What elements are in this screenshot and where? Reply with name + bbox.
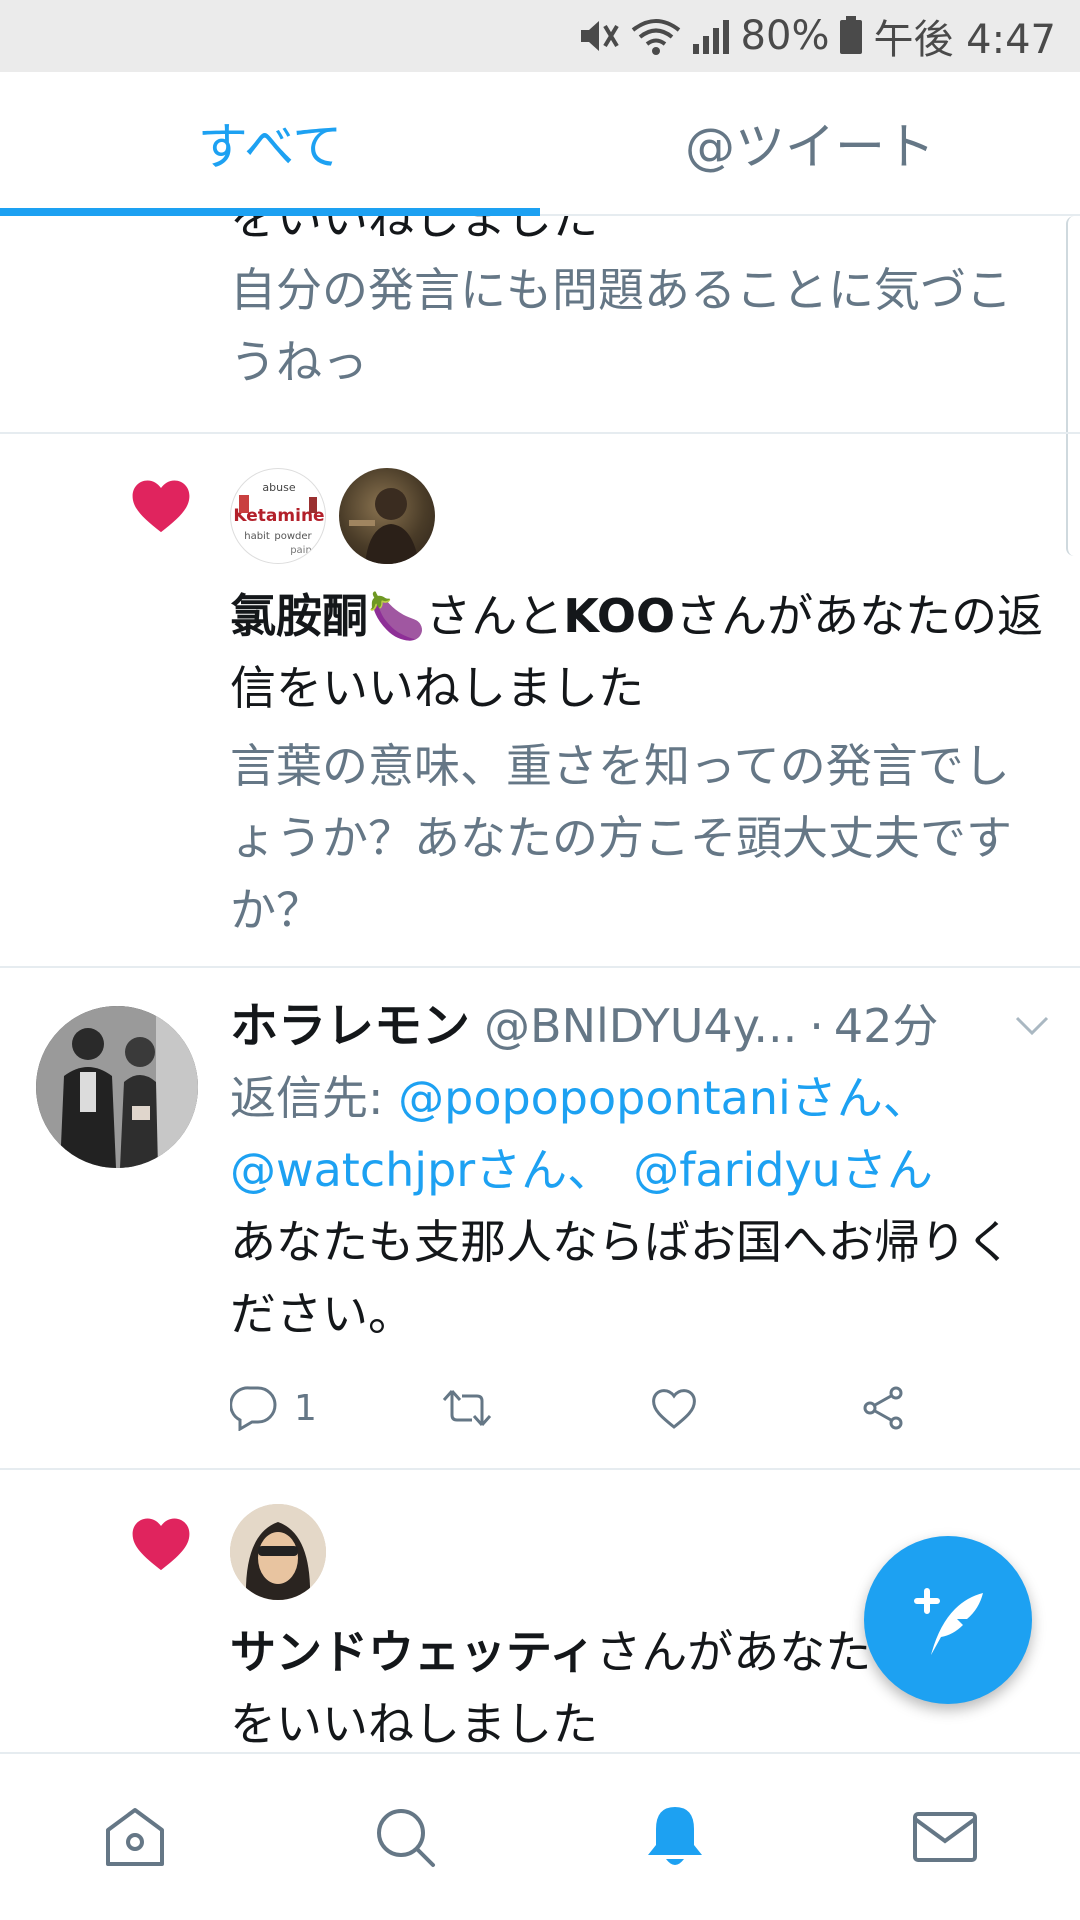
tweet-author-handle[interactable]: @BNlDYU4y... <box>484 990 797 1062</box>
separator-dot: · <box>809 999 824 1053</box>
svg-text:habit: habit <box>244 531 270 542</box>
mention-link[interactable]: @faridyuさん <box>633 1143 933 1197</box>
tab-mentions[interactable]: @ツイート <box>540 72 1080 214</box>
svg-text:pain: pain <box>290 545 312 556</box>
signal-icon <box>692 20 729 54</box>
bell-icon <box>648 1807 702 1865</box>
user-name[interactable]: 氯胺酮🍆 <box>230 589 425 643</box>
tweet-actions: 1 <box>230 1378 1050 1438</box>
notification-timeline: をいいねしました 自分の発言にも問題あることに気づこうねっ abuse Keta… <box>0 216 1080 1752</box>
avatar[interactable] <box>339 468 436 564</box>
mention-link[interactable]: @popopopontaniさん、 <box>398 1071 929 1125</box>
list-item[interactable]: をいいねしました 自分の発言にも問題あることに気づこうねっ <box>0 216 1080 434</box>
like-button[interactable] <box>650 1386 860 1430</box>
person-photo <box>349 488 420 564</box>
svg-text:abuse: abuse <box>262 481 295 494</box>
share-button[interactable] <box>860 1385 908 1431</box>
bottom-navigation <box>0 1752 1080 1920</box>
ketamine-word-cloud-avatar: abuse Ketamine habit powder pain <box>233 481 324 556</box>
notification-text: をいいねしました <box>230 216 598 245</box>
nav-search[interactable] <box>345 1777 465 1897</box>
mail-icon <box>913 1812 977 1862</box>
battery-percentage: 80% <box>740 13 830 59</box>
tweet-timestamp: 42分 <box>833 999 939 1053</box>
notification-tabs: すべて @ツイート <box>0 72 1080 216</box>
avatar[interactable]: abuse Ketamine habit powder pain <box>230 468 326 564</box>
quoted-reply-text: 言葉の意味、重さを知っての発言でしょうか？あなたの方こそ頭大丈夫ですか？ <box>230 739 1012 937</box>
retweet-button[interactable] <box>440 1387 650 1429</box>
user-name[interactable]: サンドウェッティ <box>230 1625 595 1679</box>
list-item[interactable]: abuse Ketamine habit powder pain 氯胺酮🍆さんと… <box>0 434 1080 968</box>
retweet-icon <box>442 1390 492 1426</box>
home-icon <box>106 1808 164 1866</box>
avatar[interactable] <box>230 1504 326 1600</box>
chevron-down-icon[interactable] <box>1014 990 1050 1062</box>
tweet-text: あなたも支那人ならばお国へお帰りください。 <box>230 1215 1012 1341</box>
mention-link[interactable]: @watchjprさん、 <box>230 1143 613 1197</box>
user-name[interactable]: KOO <box>563 589 675 643</box>
tab-all[interactable]: すべて <box>0 72 540 216</box>
liker-avatars: abuse Ketamine habit powder pain <box>230 468 1050 564</box>
compose-tweet-button[interactable] <box>864 1536 1032 1704</box>
nav-messages[interactable] <box>885 1777 1005 1897</box>
status-bar: 80% 午後 4:47 <box>0 0 1080 72</box>
person-photo <box>230 1504 326 1600</box>
heart-icon <box>132 1518 190 1571</box>
search-icon <box>377 1809 435 1867</box>
tweet[interactable]: ホラレモン @BNlDYU4y... · 42分 返信先: @popopopon… <box>0 968 1080 1470</box>
battery-icon <box>840 16 863 54</box>
heart-icon <box>132 480 190 533</box>
reply-to-line: 返信先: @popopopontaniさん、 @watchjprさん、 @farid… <box>230 1071 933 1197</box>
tweet-header: ホラレモン @BNlDYU4y... · 42分 <box>230 990 1050 1062</box>
notification-text: 氯胺酮🍆さんとKOOさんがあなたの返信をいいねしました <box>230 589 1044 715</box>
reply-button[interactable]: 1 <box>230 1385 440 1431</box>
nav-notifications[interactable] <box>615 1777 735 1897</box>
svg-text:powder: powder <box>274 531 312 542</box>
share-icon <box>863 1386 903 1430</box>
couple-photo <box>36 1006 198 1168</box>
quoted-reply-text: 自分の発言にも問題あることに気づこうねっ <box>230 263 1012 389</box>
wifi-icon <box>631 19 680 55</box>
clock: 午後 4:47 <box>873 17 1056 63</box>
heart-outline-icon <box>652 1389 696 1429</box>
tweet-author-name[interactable]: ホラレモン <box>230 990 470 1062</box>
reply-count: 1 <box>294 1387 317 1429</box>
compose-feather-icon <box>914 1588 983 1655</box>
mute-icon <box>580 21 619 51</box>
reply-icon <box>230 1386 277 1431</box>
nav-home[interactable] <box>75 1777 195 1897</box>
avatar[interactable] <box>36 1006 198 1168</box>
